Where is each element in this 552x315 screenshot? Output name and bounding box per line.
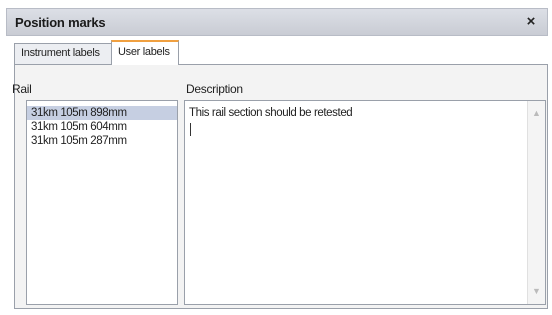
window-title: Position marks: [15, 15, 106, 30]
description-textarea[interactable]: This rail section should be retested ▲ ▼: [184, 100, 546, 305]
title-bar[interactable]: Position marks ×: [6, 8, 548, 36]
rail-list-item[interactable]: 31km 105m 898mm: [27, 106, 177, 120]
position-marks-dialog: Position marks × Instrument labels User …: [0, 0, 552, 315]
tab-instrument-labels[interactable]: Instrument labels: [14, 43, 112, 64]
chevron-up-icon[interactable]: ▲: [530, 107, 543, 120]
tab-user-labels[interactable]: User labels: [111, 40, 179, 65]
rail-list[interactable]: 31km 105m 898mm 31km 105m 604mm 31km 105…: [26, 100, 178, 305]
rail-label: Rail: [12, 82, 32, 96]
text-caret: [190, 123, 191, 136]
rail-list-item[interactable]: 31km 105m 287mm: [27, 134, 177, 148]
close-icon[interactable]: ×: [523, 13, 539, 31]
chevron-down-icon[interactable]: ▼: [530, 285, 543, 298]
description-label: Description: [186, 82, 243, 96]
description-text: This rail section should be retested: [189, 107, 353, 119]
vertical-scrollbar[interactable]: ▲ ▼: [527, 101, 545, 304]
rail-list-item[interactable]: 31km 105m 604mm: [27, 120, 177, 134]
